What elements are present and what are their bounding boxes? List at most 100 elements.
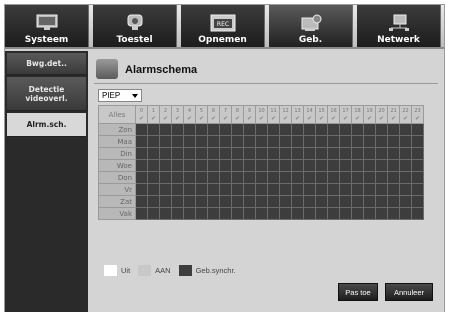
schedule-cell[interactable] <box>220 184 232 196</box>
schedule-cell[interactable] <box>376 124 388 136</box>
schedule-cell[interactable] <box>316 124 328 136</box>
schedule-cell[interactable] <box>208 124 220 136</box>
schedule-cell[interactable] <box>340 148 352 160</box>
schedule-cell[interactable] <box>244 124 256 136</box>
schedule-cell[interactable] <box>400 136 412 148</box>
schedule-cell[interactable] <box>160 184 172 196</box>
schedule-cell[interactable] <box>136 196 148 208</box>
schedule-cell[interactable] <box>160 148 172 160</box>
schedule-cell[interactable] <box>232 136 244 148</box>
schedule-cell[interactable] <box>256 136 268 148</box>
schedule-cell[interactable] <box>148 196 160 208</box>
schedule-cell[interactable] <box>160 160 172 172</box>
schedule-cell[interactable] <box>412 136 424 148</box>
schedule-cell[interactable] <box>172 148 184 160</box>
schedule-cell[interactable] <box>220 136 232 148</box>
schedule-cell[interactable] <box>328 184 340 196</box>
schedule-cell[interactable] <box>136 184 148 196</box>
schedule-cell[interactable] <box>184 136 196 148</box>
hour-header[interactable]: 23 ✔ <box>412 105 424 124</box>
schedule-cell[interactable] <box>172 136 184 148</box>
schedule-cell[interactable] <box>136 148 148 160</box>
schedule-cell[interactable] <box>244 208 256 220</box>
schedule-cell[interactable] <box>268 148 280 160</box>
schedule-cell[interactable] <box>232 196 244 208</box>
cancel-button[interactable]: Annuleer <box>385 283 433 301</box>
schedule-cell[interactable] <box>280 208 292 220</box>
schedule-cell[interactable] <box>304 124 316 136</box>
schedule-cell[interactable] <box>220 196 232 208</box>
schedule-cell[interactable] <box>244 196 256 208</box>
schedule-cell[interactable] <box>316 184 328 196</box>
day-label[interactable]: Din <box>98 148 136 160</box>
hour-header[interactable]: 19 ✔ <box>364 105 376 124</box>
schedule-cell[interactable] <box>148 172 160 184</box>
schedule-cell[interactable] <box>352 196 364 208</box>
schedule-cell[interactable] <box>352 124 364 136</box>
schedule-cell[interactable] <box>412 196 424 208</box>
schedule-cell[interactable] <box>340 172 352 184</box>
schedule-cell[interactable] <box>352 172 364 184</box>
schedule-cell[interactable] <box>268 208 280 220</box>
schedule-cell[interactable] <box>196 196 208 208</box>
schedule-cell[interactable] <box>376 172 388 184</box>
schedule-cell[interactable] <box>184 148 196 160</box>
hour-header[interactable]: 5 ✔ <box>196 105 208 124</box>
alarm-type-select[interactable]: PIEP <box>98 89 142 102</box>
schedule-cell[interactable] <box>400 184 412 196</box>
schedule-cell[interactable] <box>304 160 316 172</box>
schedule-cell[interactable] <box>328 208 340 220</box>
schedule-cell[interactable] <box>268 196 280 208</box>
schedule-cell[interactable] <box>292 184 304 196</box>
sidebar-item-bwg-det[interactable]: Bwg.det.. <box>7 53 86 75</box>
schedule-cell[interactable] <box>340 160 352 172</box>
schedule-cell[interactable] <box>232 148 244 160</box>
schedule-cell[interactable] <box>340 124 352 136</box>
schedule-cell[interactable] <box>184 196 196 208</box>
schedule-cell[interactable] <box>160 136 172 148</box>
schedule-cell[interactable] <box>268 124 280 136</box>
schedule-cell[interactable] <box>364 196 376 208</box>
schedule-cell[interactable] <box>244 184 256 196</box>
hour-header[interactable]: 11 ✔ <box>268 105 280 124</box>
schedule-cell[interactable] <box>160 124 172 136</box>
schedule-cell[interactable] <box>388 124 400 136</box>
hour-header[interactable]: 2 ✔ <box>160 105 172 124</box>
schedule-cell[interactable] <box>256 172 268 184</box>
schedule-cell[interactable] <box>196 172 208 184</box>
schedule-cell[interactable] <box>268 172 280 184</box>
schedule-cell[interactable] <box>388 148 400 160</box>
schedule-cell[interactable] <box>340 208 352 220</box>
schedule-cell[interactable] <box>220 208 232 220</box>
schedule-cell[interactable] <box>148 136 160 148</box>
schedule-cell[interactable] <box>184 184 196 196</box>
hour-header[interactable]: 7 ✔ <box>220 105 232 124</box>
schedule-cell[interactable] <box>208 208 220 220</box>
schedule-cell[interactable] <box>340 136 352 148</box>
hour-header[interactable]: 8 ✔ <box>232 105 244 124</box>
schedule-cell[interactable] <box>208 148 220 160</box>
day-label[interactable]: Zat <box>98 196 136 208</box>
schedule-cell[interactable] <box>196 136 208 148</box>
schedule-cell[interactable] <box>148 148 160 160</box>
schedule-cell[interactable] <box>232 184 244 196</box>
schedule-cell[interactable] <box>172 196 184 208</box>
schedule-cell[interactable] <box>256 160 268 172</box>
schedule-cell[interactable] <box>328 172 340 184</box>
hour-header[interactable]: 18 ✔ <box>352 105 364 124</box>
schedule-cell[interactable] <box>412 208 424 220</box>
hour-header[interactable]: 1 ✔ <box>148 105 160 124</box>
schedule-cell[interactable] <box>352 208 364 220</box>
schedule-cell[interactable] <box>184 160 196 172</box>
schedule-cell[interactable] <box>376 136 388 148</box>
schedule-cell[interactable] <box>148 124 160 136</box>
schedule-cell[interactable] <box>196 124 208 136</box>
schedule-cell[interactable] <box>136 124 148 136</box>
schedule-cell[interactable] <box>280 196 292 208</box>
schedule-cell[interactable] <box>172 124 184 136</box>
schedule-cell[interactable] <box>400 208 412 220</box>
schedule-cell[interactable] <box>412 160 424 172</box>
schedule-cell[interactable] <box>364 160 376 172</box>
schedule-cell[interactable] <box>412 124 424 136</box>
schedule-cell[interactable] <box>136 136 148 148</box>
